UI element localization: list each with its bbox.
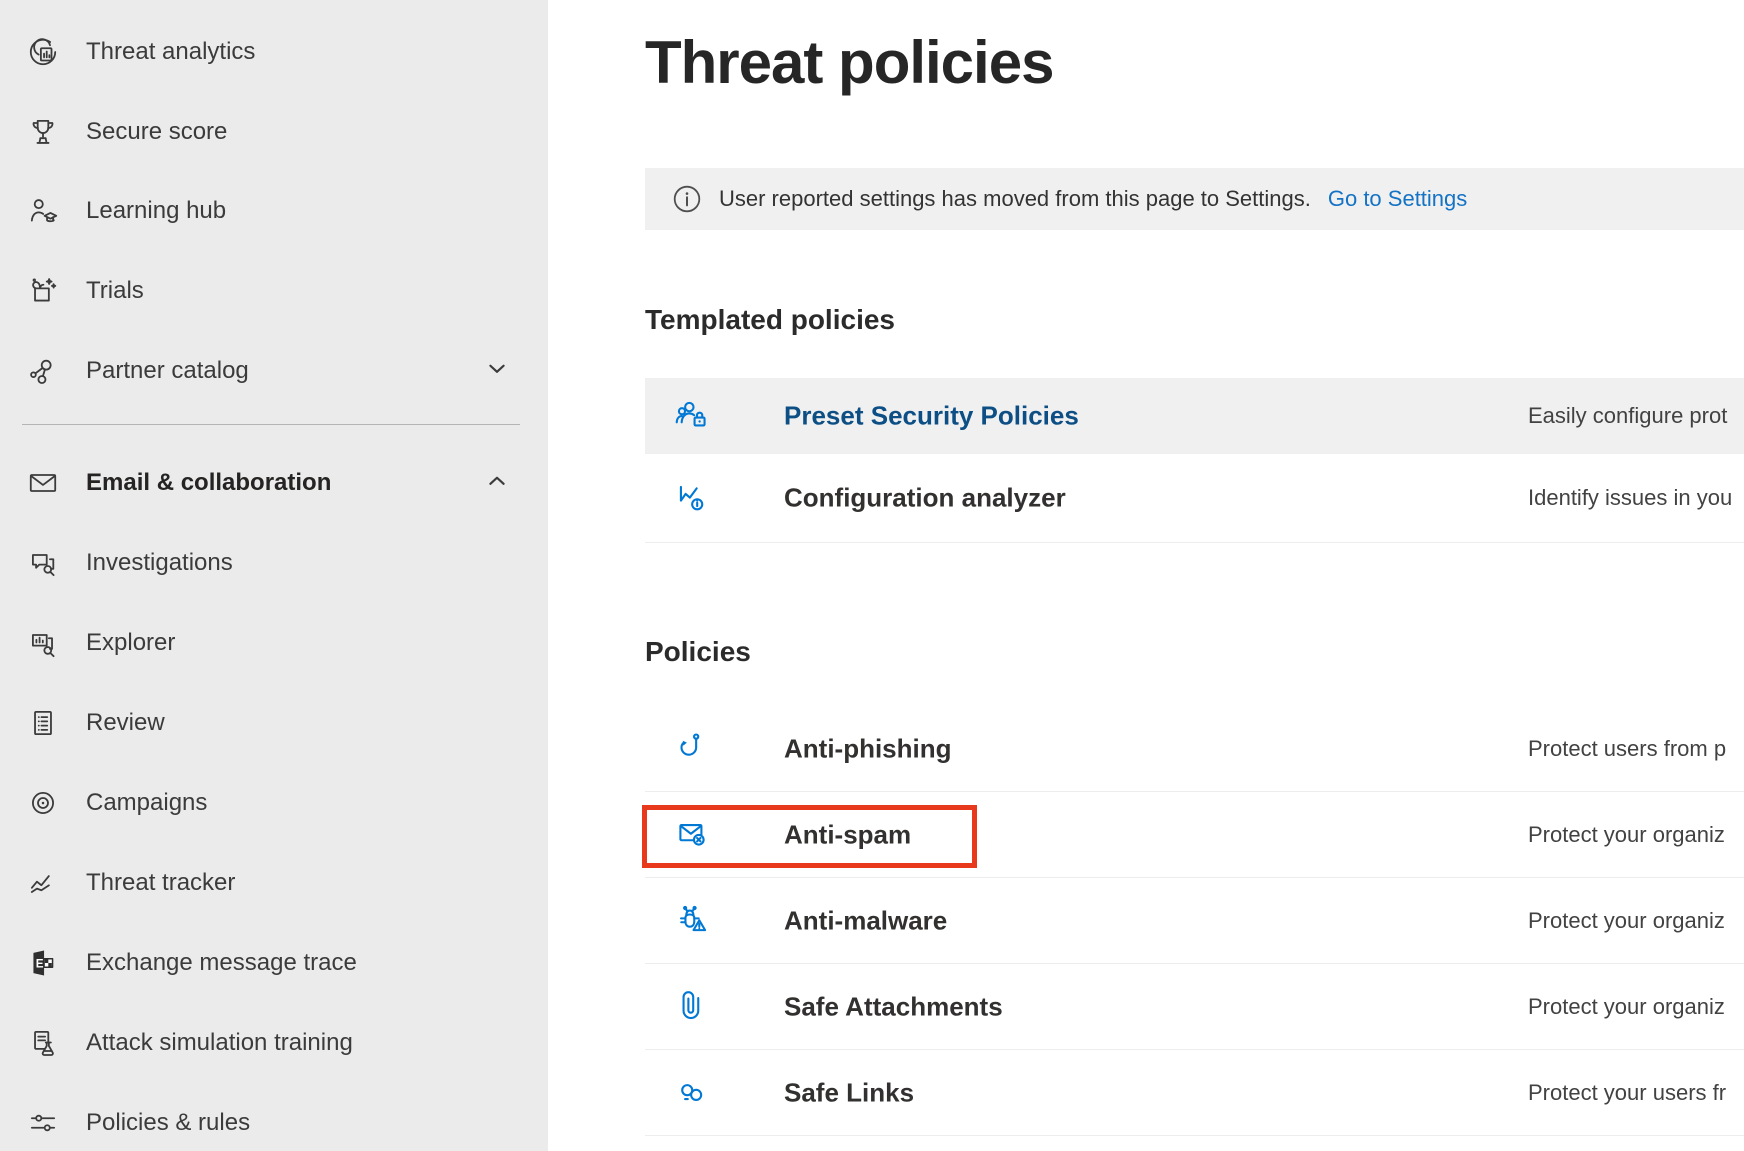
threat-policies-screen: Threat analytics Secure score Learning h… (0, 0, 1744, 1151)
policy-row-description: Protect your organiz (1528, 908, 1725, 934)
sidebar-item-label: Threat tracker (86, 869, 235, 897)
sidebar-item-threat-analytics[interactable]: Threat analytics (0, 12, 548, 92)
policy-row-anti-spam[interactable]: Anti-spam Protect your organiz (645, 792, 1744, 878)
sidebar-item-email-collaboration[interactable]: Email & collaboration (0, 443, 548, 523)
sidebar-item-label: Partner catalog (86, 357, 249, 385)
anti-malware-icon (672, 900, 714, 942)
sidebar-item-attack-simulation-training[interactable]: Attack simulation training (0, 1003, 548, 1083)
email-collaboration-icon (24, 466, 62, 500)
policy-row-label: Anti-spam (784, 819, 911, 850)
partner-catalog-icon (24, 354, 62, 388)
policy-row-anti-malware[interactable]: Anti-malware Protect your organiz (645, 878, 1744, 964)
policy-row-label: Anti-phishing (784, 733, 952, 764)
attack-simulation-training-icon (24, 1026, 62, 1060)
policy-row-label: Preset Security Policies (784, 401, 1079, 432)
policy-row-description: Protect users from p (1528, 736, 1726, 762)
sidebar-item-explorer[interactable]: Explorer (0, 603, 548, 683)
sidebar-item-label: Attack simulation training (86, 1029, 353, 1057)
policy-row-label: Safe Links (784, 1077, 914, 1108)
policy-row-configuration-analyzer[interactable]: Configuration analyzer Identify issues i… (645, 454, 1744, 543)
chevron-down-icon[interactable] (486, 358, 508, 385)
policies-rules-icon (24, 1106, 62, 1140)
policy-row-description: Identify issues in you (1528, 485, 1732, 511)
policies-heading: Policies (645, 636, 751, 668)
sidebar-item-trials[interactable]: Trials (0, 251, 548, 331)
sidebar-item-label: Review (86, 709, 165, 737)
sidebar-section-divider (22, 424, 520, 425)
policy-row-safe-links[interactable]: Safe Links Protect your users fr (645, 1050, 1744, 1136)
exchange-message-trace-icon: E (24, 946, 62, 980)
sidebar-item-label: Email & collaboration (86, 469, 331, 497)
review-icon (24, 706, 62, 740)
banner-message: User reported settings has moved from th… (719, 186, 1311, 212)
policy-row-description: Protect your organiz (1528, 822, 1725, 848)
sidebar-item-exchange-message-trace[interactable]: E Exchange message trace (0, 923, 548, 1003)
main-content: Threat policies User reported settings h… (548, 0, 1744, 1151)
trials-icon (24, 274, 62, 308)
policy-row-anti-phishing[interactable]: Anti-phishing Protect users from p (645, 706, 1744, 792)
sidebar-item-label: Explorer (86, 629, 175, 657)
info-icon (672, 184, 702, 214)
learning-hub-icon (24, 194, 62, 228)
sidebar-item-label: Trials (86, 277, 144, 305)
anti-spam-icon (672, 814, 714, 856)
sidebar-item-label: Investigations (86, 549, 233, 577)
threat-analytics-icon (24, 35, 62, 69)
sidebar-item-label: Exchange message trace (86, 949, 357, 977)
sidebar-item-label: Threat analytics (86, 38, 255, 66)
svg-text:E: E (36, 957, 44, 970)
configuration-analyzer-icon (672, 477, 714, 519)
sidebar-item-label: Policies & rules (86, 1109, 250, 1137)
sidebar-item-review[interactable]: Review (0, 683, 548, 763)
sidebar-item-label: Learning hub (86, 197, 226, 225)
secure-score-icon (24, 115, 62, 149)
sidebar-item-investigations[interactable]: Investigations (0, 523, 548, 603)
investigations-icon (24, 546, 62, 580)
page-title: Threat policies (645, 28, 1053, 97)
left-navigation-sidebar: Threat analytics Secure score Learning h… (0, 0, 548, 1151)
policy-row-label: Configuration analyzer (784, 483, 1066, 514)
templated-policies-table: Preset Security Policies Easily configur… (645, 378, 1744, 543)
chevron-up-icon[interactable] (486, 470, 508, 497)
explorer-icon (24, 626, 62, 660)
policy-row-description: Protect your users fr (1528, 1080, 1726, 1106)
sidebar-item-partner-catalog[interactable]: Partner catalog (0, 331, 548, 411)
safe-links-icon (672, 1072, 714, 1114)
sidebar-item-secure-score[interactable]: Secure score (0, 92, 548, 172)
policies-table: Anti-phishing Protect users from p Anti-… (645, 706, 1744, 1136)
templated-policies-heading: Templated policies (645, 304, 895, 336)
policy-row-label: Anti-malware (784, 905, 947, 936)
sidebar-item-learning-hub[interactable]: Learning hub (0, 171, 548, 251)
policy-row-safe-attachments[interactable]: Safe Attachments Protect your organiz (645, 964, 1744, 1050)
sidebar-item-label: Secure score (86, 118, 227, 146)
anti-phishing-icon (672, 728, 714, 770)
campaigns-icon (24, 786, 62, 820)
sidebar-item-policies-rules[interactable]: Policies & rules (0, 1083, 548, 1151)
sidebar-item-threat-tracker[interactable]: Threat tracker (0, 843, 548, 923)
policy-row-description: Protect your organiz (1528, 994, 1725, 1020)
safe-attachments-icon (672, 986, 714, 1028)
threat-tracker-icon (24, 866, 62, 900)
policy-row-description: Easily configure prot (1528, 403, 1727, 429)
policy-row-preset-security-policies[interactable]: Preset Security Policies Easily configur… (645, 378, 1744, 454)
info-banner: User reported settings has moved from th… (645, 168, 1744, 230)
sidebar-item-campaigns[interactable]: Campaigns (0, 763, 548, 843)
go-to-settings-link[interactable]: Go to Settings (1328, 186, 1467, 211)
preset-security-policies-icon (672, 395, 714, 437)
policy-row-label: Safe Attachments (784, 991, 1003, 1022)
sidebar-item-label: Campaigns (86, 789, 207, 817)
